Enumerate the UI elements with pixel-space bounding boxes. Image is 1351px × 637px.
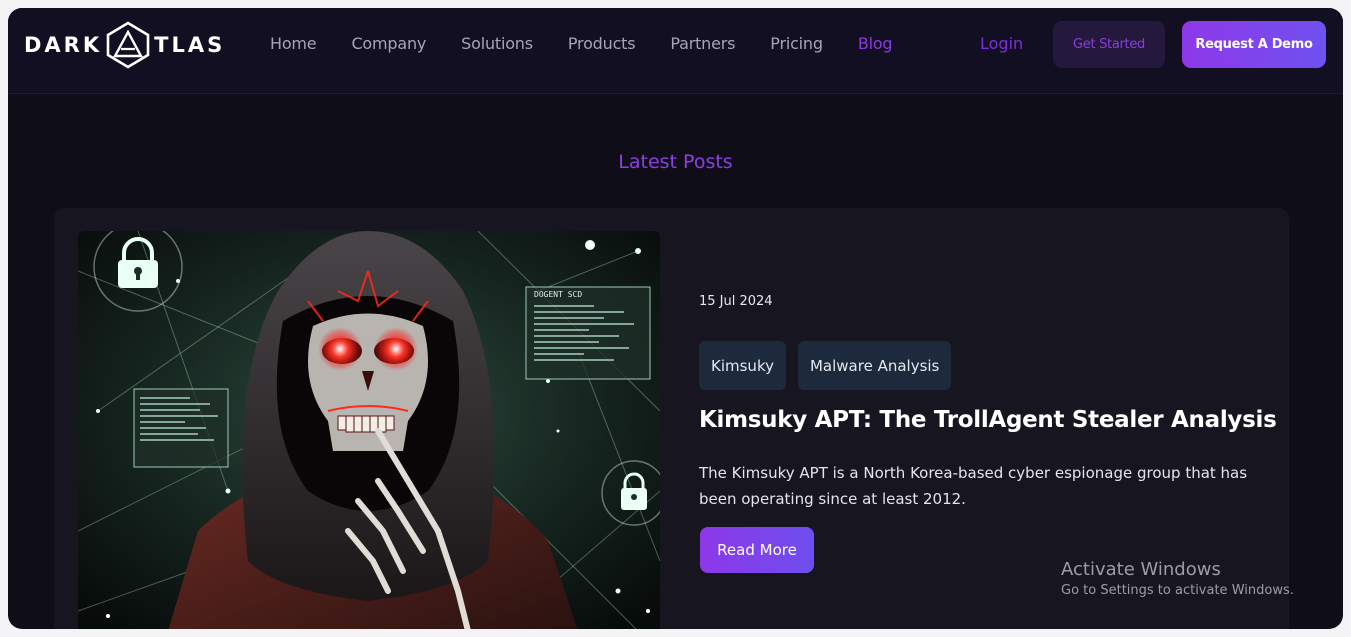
section-title: Latest Posts <box>618 151 733 173</box>
activate-windows-watermark: Activate Windows Go to Settings to activ… <box>1061 559 1294 601</box>
hacker-illustration: DOGENT SCD <box>78 231 660 629</box>
watermark-subtitle: Go to Settings to activate Windows. <box>1061 583 1294 598</box>
post-excerpt: The Kimsuky APT is a North Korea-based c… <box>699 464 1248 508</box>
logo-text-right: TLAS <box>154 33 226 57</box>
post-title[interactable]: Kimsuky APT: The TrollAgent Stealer Anal… <box>699 407 1277 433</box>
get-started-button[interactable]: Get Started <box>1053 21 1165 68</box>
nav-link-company[interactable]: Company <box>351 32 426 56</box>
nav-link-pricing[interactable]: Pricing <box>770 32 823 56</box>
logo-text-left: DARK <box>24 33 103 57</box>
nav-link-solutions[interactable]: Solutions <box>461 32 533 56</box>
watermark-title: Activate Windows <box>1061 559 1221 580</box>
nav-link-home[interactable]: Home <box>270 32 317 56</box>
request-demo-button[interactable]: Request A Demo <box>1182 21 1326 68</box>
tag-malware-analysis[interactable]: Malware Analysis <box>797 341 952 390</box>
post-date: 15 Jul 2024 <box>699 294 773 309</box>
navbar: DARK TLAS Home Company Solutions Product… <box>8 8 1343 94</box>
login-link[interactable]: Login <box>980 32 1023 56</box>
svg-text:DOGENT SCD: DOGENT SCD <box>534 290 582 299</box>
browser-viewport: DARK TLAS Home Company Solutions Product… <box>8 8 1343 629</box>
post-thumbnail-image[interactable]: DOGENT SCD <box>78 231 660 629</box>
post-tags: Kimsuky Malware Analysis <box>699 341 963 390</box>
atlas-triangle-icon <box>106 21 150 69</box>
main-nav: Home Company Solutions Products Partners… <box>270 32 927 56</box>
nav-link-blog[interactable]: Blog <box>858 32 893 56</box>
nav-link-products[interactable]: Products <box>568 32 636 56</box>
read-more-button[interactable]: Read More <box>700 527 814 573</box>
nav-link-partners[interactable]: Partners <box>670 32 735 56</box>
darkatlas-logo[interactable]: DARK TLAS <box>24 20 225 70</box>
tag-kimsuky[interactable]: Kimsuky <box>699 341 786 390</box>
